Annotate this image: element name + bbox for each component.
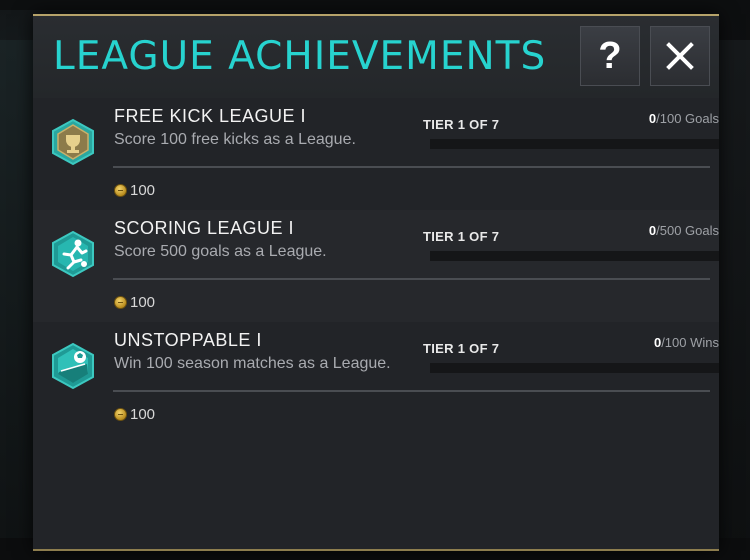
achievement-description: Score 500 goals as a League. (114, 243, 327, 260)
close-icon (666, 42, 694, 70)
progress-total: /100 Goals (656, 111, 719, 126)
achievement-list[interactable]: FREE KICK LEAGUE I Score 100 free kicks … (33, 98, 719, 434)
reward: 100 (114, 405, 155, 423)
achievement-title: FREE KICK LEAGUE I (114, 106, 307, 126)
reward: 100 (114, 293, 155, 311)
trophy-badge-icon (52, 118, 94, 166)
modal-header: LEAGUE ACHIEVEMENTS ? (33, 16, 719, 98)
progress-text: 0/100 Goals (649, 111, 719, 126)
coin-icon (114, 183, 127, 197)
background-top-bar (0, 0, 750, 10)
coin-icon (114, 407, 127, 421)
achievement-row[interactable]: UNSTOPPABLE I Win 100 season matches as … (33, 322, 719, 434)
help-button[interactable]: ? (580, 26, 640, 86)
tier-label: TIER 1 OF 7 (423, 341, 500, 356)
coin-icon (114, 295, 127, 309)
close-button[interactable] (650, 26, 710, 86)
pitch-ball-badge-icon (52, 342, 94, 390)
achievement-description: Score 100 free kicks as a League. (114, 131, 356, 148)
player-kick-badge-icon (52, 230, 94, 278)
achievement-title: UNSTOPPABLE I (114, 330, 262, 350)
reward-amount: 100 (130, 293, 156, 311)
progress-text: 0/500 Goals (649, 223, 719, 238)
achievement-row[interactable]: FREE KICK LEAGUE I Score 100 free kicks … (33, 98, 719, 210)
background-right-panel (718, 40, 750, 560)
achievement-row[interactable]: SCORING LEAGUE I Score 500 goals as a Le… (33, 210, 719, 322)
league-achievements-modal: LEAGUE ACHIEVEMENTS ? FREE KICK LEAGUE I… (33, 14, 719, 551)
list-empty-area (33, 434, 719, 549)
progress-bar (430, 139, 719, 149)
row-divider (113, 390, 710, 392)
reward-amount: 100 (130, 405, 156, 423)
achievement-title: SCORING LEAGUE I (114, 218, 295, 238)
progress-text: 0/100 Wins (654, 335, 719, 350)
progress-bar (430, 251, 719, 261)
tier-label: TIER 1 OF 7 (423, 117, 500, 132)
achievement-description: Win 100 season matches as a League. (114, 355, 391, 372)
modal-title: LEAGUE ACHIEVEMENTS (53, 34, 547, 79)
reward-amount: 100 (130, 181, 156, 199)
row-divider (113, 166, 710, 168)
help-icon: ? (598, 35, 622, 77)
progress-bar (430, 363, 719, 373)
reward: 100 (114, 181, 155, 199)
progress-total: /500 Goals (656, 223, 719, 238)
tier-label: TIER 1 OF 7 (423, 229, 500, 244)
row-divider (113, 278, 710, 280)
progress-total: /100 Wins (661, 335, 719, 350)
